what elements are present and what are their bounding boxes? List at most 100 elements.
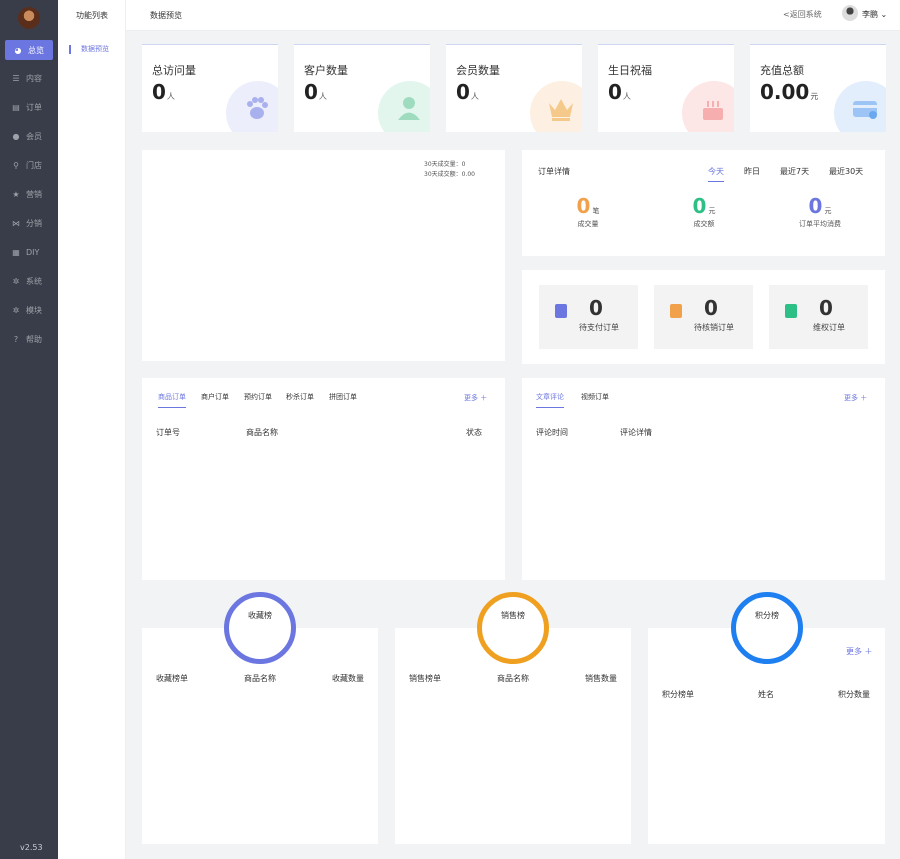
sidebar-item-members[interactable]: ● 会员	[0, 126, 58, 146]
column-header: 状态	[466, 428, 482, 437]
sales-ranking-badge[interactable]: 销售榜	[477, 592, 549, 664]
column-header: 姓名	[758, 690, 774, 699]
sidebar-item-label: DIY	[26, 247, 40, 257]
more-comments-link[interactable]: 更多 ＋	[844, 393, 867, 403]
ranking-title: 销售榜	[501, 611, 525, 620]
user-icon: ●	[12, 131, 20, 141]
todo-label: 待核销订单	[694, 323, 734, 332]
tab-merchant-orders[interactable]: 商户订单	[201, 392, 229, 402]
pay-icon	[555, 304, 567, 318]
sidebar-item-label: 营销	[26, 189, 42, 199]
tab-video-orders[interactable]: 视频订单	[581, 392, 609, 402]
todo-pending-payment[interactable]: 0 待支付订单	[539, 285, 638, 349]
more-points-link[interactable]: 更多 ＋	[846, 646, 873, 657]
todo-rights[interactable]: 0 维权订单	[769, 285, 868, 349]
user-menu[interactable]: 李鹏 ⌄	[862, 9, 887, 20]
column-header: 积分数量	[838, 690, 870, 699]
favorites-ranking-badge[interactable]: 收藏榜	[224, 592, 296, 664]
user-avatar[interactable]	[842, 5, 858, 21]
order-detail-title: 订单详情	[538, 167, 570, 176]
sidebar-item-label: 系统	[26, 276, 42, 286]
column-header: 商品名称	[497, 674, 529, 683]
stat-label: 客户数量	[304, 64, 348, 77]
sidebar-item-help[interactable]: ? 帮助	[0, 329, 58, 349]
metric-amount: 0元 成交额	[692, 194, 716, 228]
sidebar-item-orders[interactable]: ▤ 订单	[0, 97, 58, 117]
tab-product-orders[interactable]: 商品订单	[158, 392, 186, 408]
tab-group-orders[interactable]: 拼团订单	[329, 392, 357, 402]
paw-icon	[247, 97, 268, 119]
subnav-item-data-preview[interactable]: 数据预览	[69, 45, 109, 54]
tab-yesterday[interactable]: 昨日	[744, 166, 760, 177]
avatar[interactable]	[18, 7, 40, 29]
stat-value: 0.00元	[760, 80, 819, 104]
gear-icon: ✲	[12, 276, 20, 286]
version-label: v2.53	[20, 843, 43, 852]
back-to-system-link[interactable]: <返回系统	[783, 9, 822, 20]
column-header: 订单号	[156, 428, 180, 437]
trend-summary: 30天成交量：0 30天成交额：0.00	[424, 160, 475, 180]
points-ranking-badge[interactable]: 积分榜	[731, 592, 803, 664]
rights-icon	[785, 304, 797, 318]
tab-booking-orders[interactable]: 预约订单	[244, 392, 272, 402]
tab-today[interactable]: 今天	[708, 166, 724, 182]
help-icon: ?	[13, 334, 19, 344]
todo-pending-verify[interactable]: 0 待核销订单	[654, 285, 753, 349]
sidebar-item-marketing[interactable]: ★ 营销	[0, 184, 58, 204]
metric-volume: 0笔 成交量	[576, 194, 600, 228]
stat-value: 0人	[608, 80, 631, 104]
sidebar-item-label: 帮助	[26, 334, 42, 344]
trend-amount: 30天成交额：0.00	[424, 171, 475, 178]
sidebar-item-system[interactable]: ✲ 系统	[0, 271, 58, 291]
column-header: 评论详情	[620, 428, 652, 437]
sidebar-item-diy[interactable]: ▦ DIY	[0, 242, 58, 262]
stat-value: 0人	[152, 80, 175, 104]
tab-article-comments[interactable]: 文章评论	[536, 392, 564, 408]
sidebar-item-stores[interactable]: ⚲ 门店	[0, 155, 58, 175]
column-header: 收藏榜单	[156, 674, 188, 683]
tab-last-7-days[interactable]: 最近7天	[780, 166, 809, 177]
sidebar-item-label: 内容	[26, 73, 42, 83]
breadcrumb: 数据预览	[150, 11, 182, 20]
sidebar-item-label: 分销	[26, 218, 42, 228]
document-icon: ▤	[12, 102, 20, 112]
sidebar-item-modules[interactable]: ✲ 模块	[0, 300, 58, 320]
sidebar-item-content[interactable]: ☰ 内容	[0, 68, 58, 88]
todo-card: 0 待支付订单 0 待核销订单 0 维权订单	[522, 270, 885, 364]
trend-chart-card: 30天成交量：0 30天成交额：0.00	[142, 150, 505, 361]
sidebar-item-distribution[interactable]: ⋈ 分销	[0, 213, 58, 233]
crown-icon	[549, 99, 573, 121]
tab-last-30-days[interactable]: 最近30天	[829, 166, 863, 177]
metric-average: 0元 订单平均消费	[799, 194, 841, 228]
comments-panel: 文章评论 视频订单 更多 ＋ 评论时间 评论详情	[522, 378, 885, 580]
share-icon: ⋈	[12, 218, 20, 228]
column-header: 销售数量	[585, 674, 617, 683]
stat-value: 0人	[456, 80, 479, 104]
sidebar-item-label: 门店	[26, 160, 42, 170]
stat-label: 会员数量	[456, 64, 500, 77]
todo-count: 0	[819, 296, 833, 320]
top-bar: 数据预览 <返回系统 李鹏 ⌄	[126, 0, 900, 31]
subnav-title: 功能列表	[76, 11, 108, 20]
stat-label: 总访问量	[152, 64, 196, 77]
more-orders-link[interactable]: 更多 ＋	[464, 393, 487, 403]
order-detail-card: 订单详情 今天 昨日 最近7天 最近30天 0笔 成交量 0元 成交额 0元 订…	[522, 150, 885, 256]
column-header: 评论时间	[536, 428, 568, 437]
chevron-down-icon: ⌄	[880, 10, 888, 19]
todo-count: 0	[589, 296, 603, 320]
orders-panel: 商品订单 商户订单 预约订单 秒杀订单 拼团订单 更多 ＋ 订单号 商品名称 状…	[142, 378, 505, 580]
sidebar-item-overview[interactable]: ◕ 总览	[5, 40, 53, 60]
column-header: 销售榜单	[409, 674, 441, 683]
trend-volume: 30天成交量：0	[424, 161, 466, 168]
stat-card-visits: 总访问量 0人	[142, 44, 278, 132]
ranking-title: 收藏榜	[248, 611, 272, 620]
stat-card-members: 会员数量 0人	[446, 44, 582, 132]
todo-label: 待支付订单	[579, 323, 619, 332]
stat-card-customers: 客户数量 0人	[294, 44, 430, 132]
stat-value: 0人	[304, 80, 327, 104]
stat-card-recharge: 充值总额 0.00元	[750, 44, 886, 132]
todo-count: 0	[704, 296, 718, 320]
location-icon: ⚲	[13, 160, 19, 170]
tab-flash-sale-orders[interactable]: 秒杀订单	[286, 392, 314, 402]
column-header: 商品名称	[246, 428, 278, 437]
